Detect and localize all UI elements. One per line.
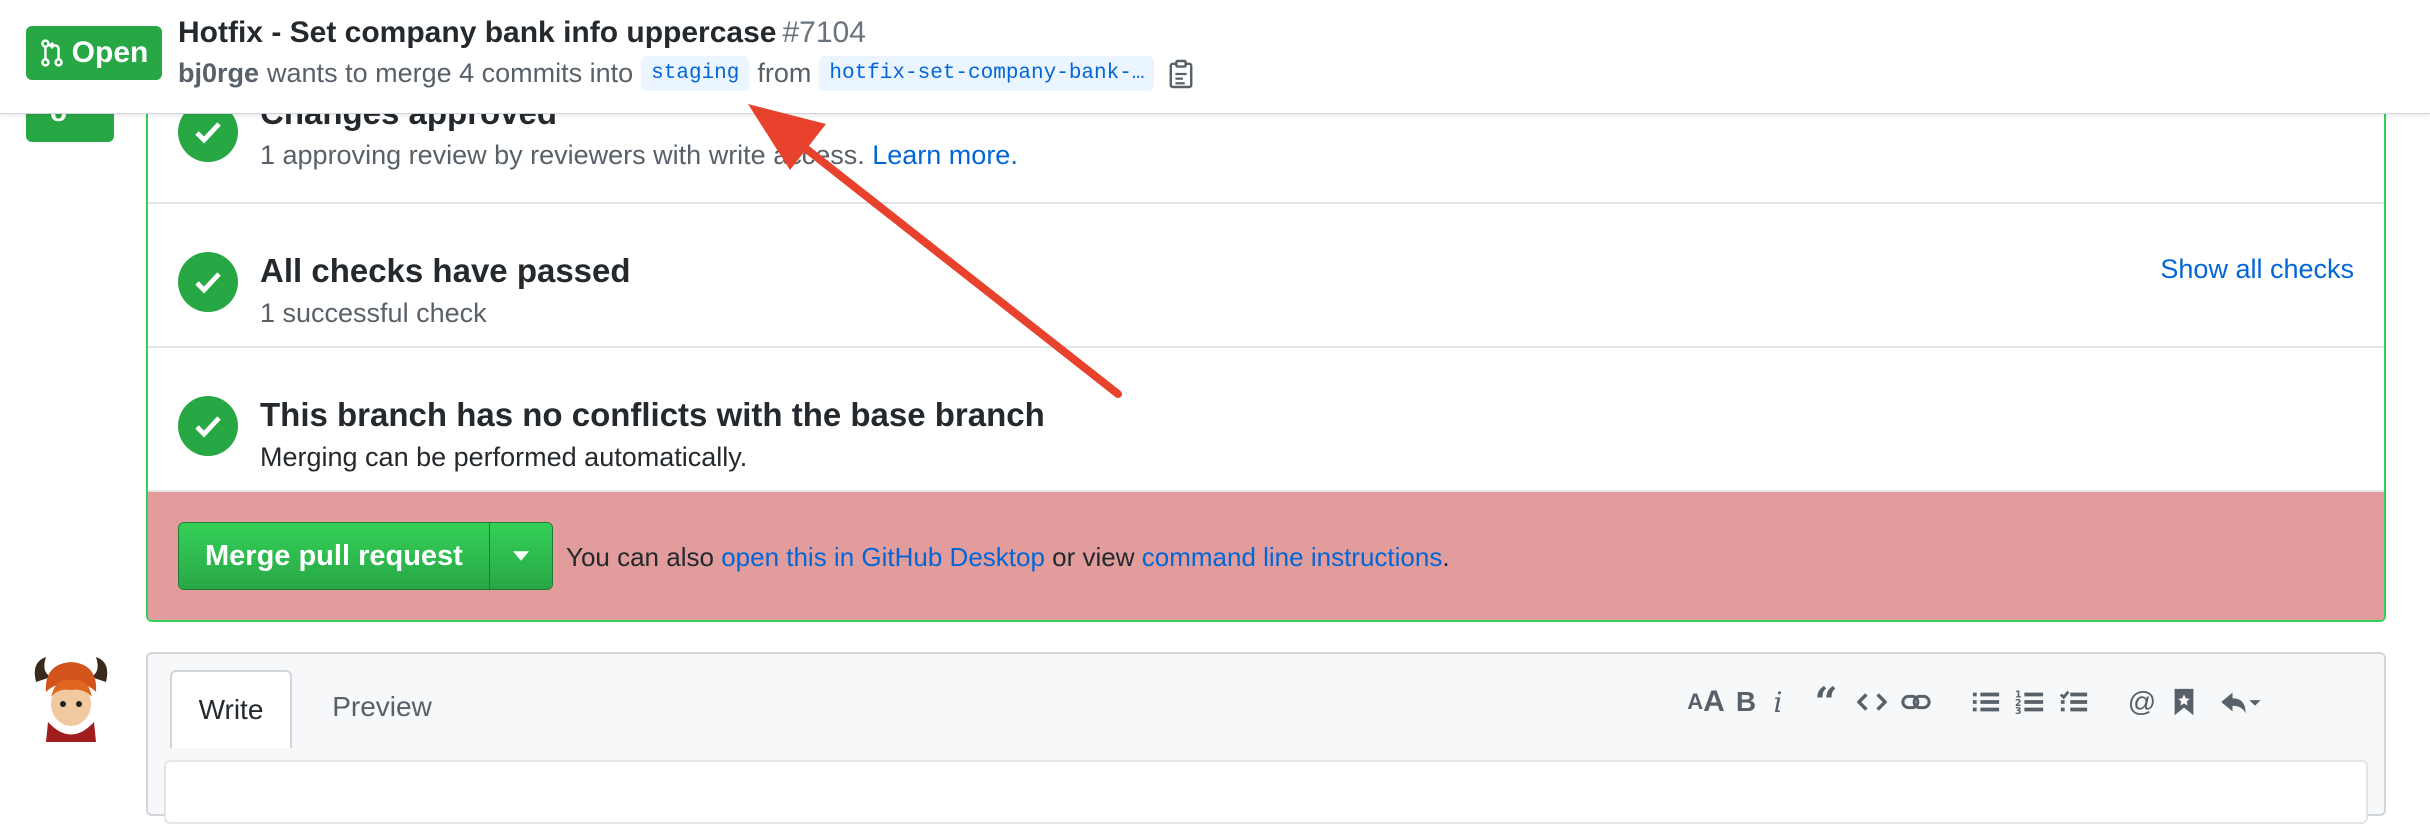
bold-icon[interactable]: B xyxy=(1728,682,1764,722)
mention-icon[interactable]: @ xyxy=(2124,682,2160,722)
ordered-list-icon[interactable]: 123 xyxy=(2012,682,2048,722)
merge-text: wants to merge 4 commits into xyxy=(267,58,634,88)
tab-preview[interactable]: Preview xyxy=(314,670,450,744)
alt-prefix: You can also xyxy=(566,542,714,572)
merge-action-section: Merge pull request You can also open thi… xyxy=(148,490,2384,620)
unordered-list-icon[interactable] xyxy=(1968,682,2004,722)
from-text: from xyxy=(757,58,812,88)
pr-meta: bj0rge wants to merge 4 commits into sta… xyxy=(178,56,1194,91)
learn-more-link[interactable]: Learn more. xyxy=(872,140,1018,170)
state-label: Open xyxy=(71,36,149,69)
merge-box: Changes approved 1 approving review by r… xyxy=(146,40,2386,622)
merge-pull-request-button[interactable]: Merge pull request xyxy=(179,523,489,589)
italic-icon[interactable]: i xyxy=(1760,682,1796,722)
conflicts-check-icon xyxy=(178,396,238,456)
review-desc: 1 approving review by reviewers with wri… xyxy=(260,140,1018,171)
header-icon[interactable]: AA xyxy=(1682,682,1730,722)
clipboard-icon[interactable] xyxy=(1168,59,1194,89)
review-desc-text: 1 approving review by reviewers with wri… xyxy=(260,140,865,170)
base-branch[interactable]: staging xyxy=(641,56,750,91)
merge-button-group: Merge pull request xyxy=(178,522,553,590)
show-all-checks-link[interactable]: Show all checks xyxy=(2160,254,2354,285)
conflicts-status-section: This branch has no conflicts with the ba… xyxy=(148,346,2384,490)
link-icon[interactable] xyxy=(1898,682,1934,722)
state-open-badge: Open xyxy=(26,26,162,80)
checks-title: All checks have passed xyxy=(260,252,631,289)
pr-title: Hotfix - Set company bank info uppercase… xyxy=(178,16,866,50)
pr-number: #7104 xyxy=(782,16,866,49)
sticky-pr-header: Open Hotfix - Set company bank info uppe… xyxy=(0,0,2430,114)
user-avatar[interactable] xyxy=(26,652,116,742)
alt-suffix: . xyxy=(1442,542,1450,572)
checks-check-icon xyxy=(178,252,238,312)
author-link[interactable]: bj0rge xyxy=(178,58,259,89)
checks-desc: 1 successful check xyxy=(260,298,487,328)
task-list-icon[interactable] xyxy=(2056,682,2092,722)
comment-composer: Write Preview AA B i “ 123 @ xyxy=(146,652,2386,824)
tab-write[interactable]: Write xyxy=(170,670,292,748)
merge-alternatives: You can also open this in GitHub Desktop… xyxy=(566,542,1450,573)
svg-text:3: 3 xyxy=(2015,706,2022,717)
conflicts-title: This branch has no conflicts with the ba… xyxy=(260,396,1045,433)
open-desktop-link[interactable]: open this in GitHub Desktop xyxy=(721,542,1045,572)
git-pull-request-icon xyxy=(40,39,63,67)
quote-icon[interactable]: “ xyxy=(1808,679,1844,726)
conflicts-desc: Merging can be performed automatically. xyxy=(260,442,748,472)
reply-icon[interactable] xyxy=(2212,682,2268,722)
caret-down-icon xyxy=(512,551,529,561)
checks-status-section: All checks have passed 1 successful chec… xyxy=(148,202,2384,348)
saved-reply-icon[interactable] xyxy=(2166,682,2202,722)
comment-textarea[interactable] xyxy=(164,760,2368,824)
code-icon[interactable] xyxy=(1854,682,1890,722)
head-branch[interactable]: hotfix-set-company-bank-… xyxy=(819,56,1155,91)
merge-method-dropdown[interactable] xyxy=(488,523,552,589)
alt-middle: or view xyxy=(1052,542,1135,572)
pr-title-text: Hotfix - Set company bank info uppercase xyxy=(178,16,777,49)
command-line-link[interactable]: command line instructions xyxy=(1142,542,1443,572)
